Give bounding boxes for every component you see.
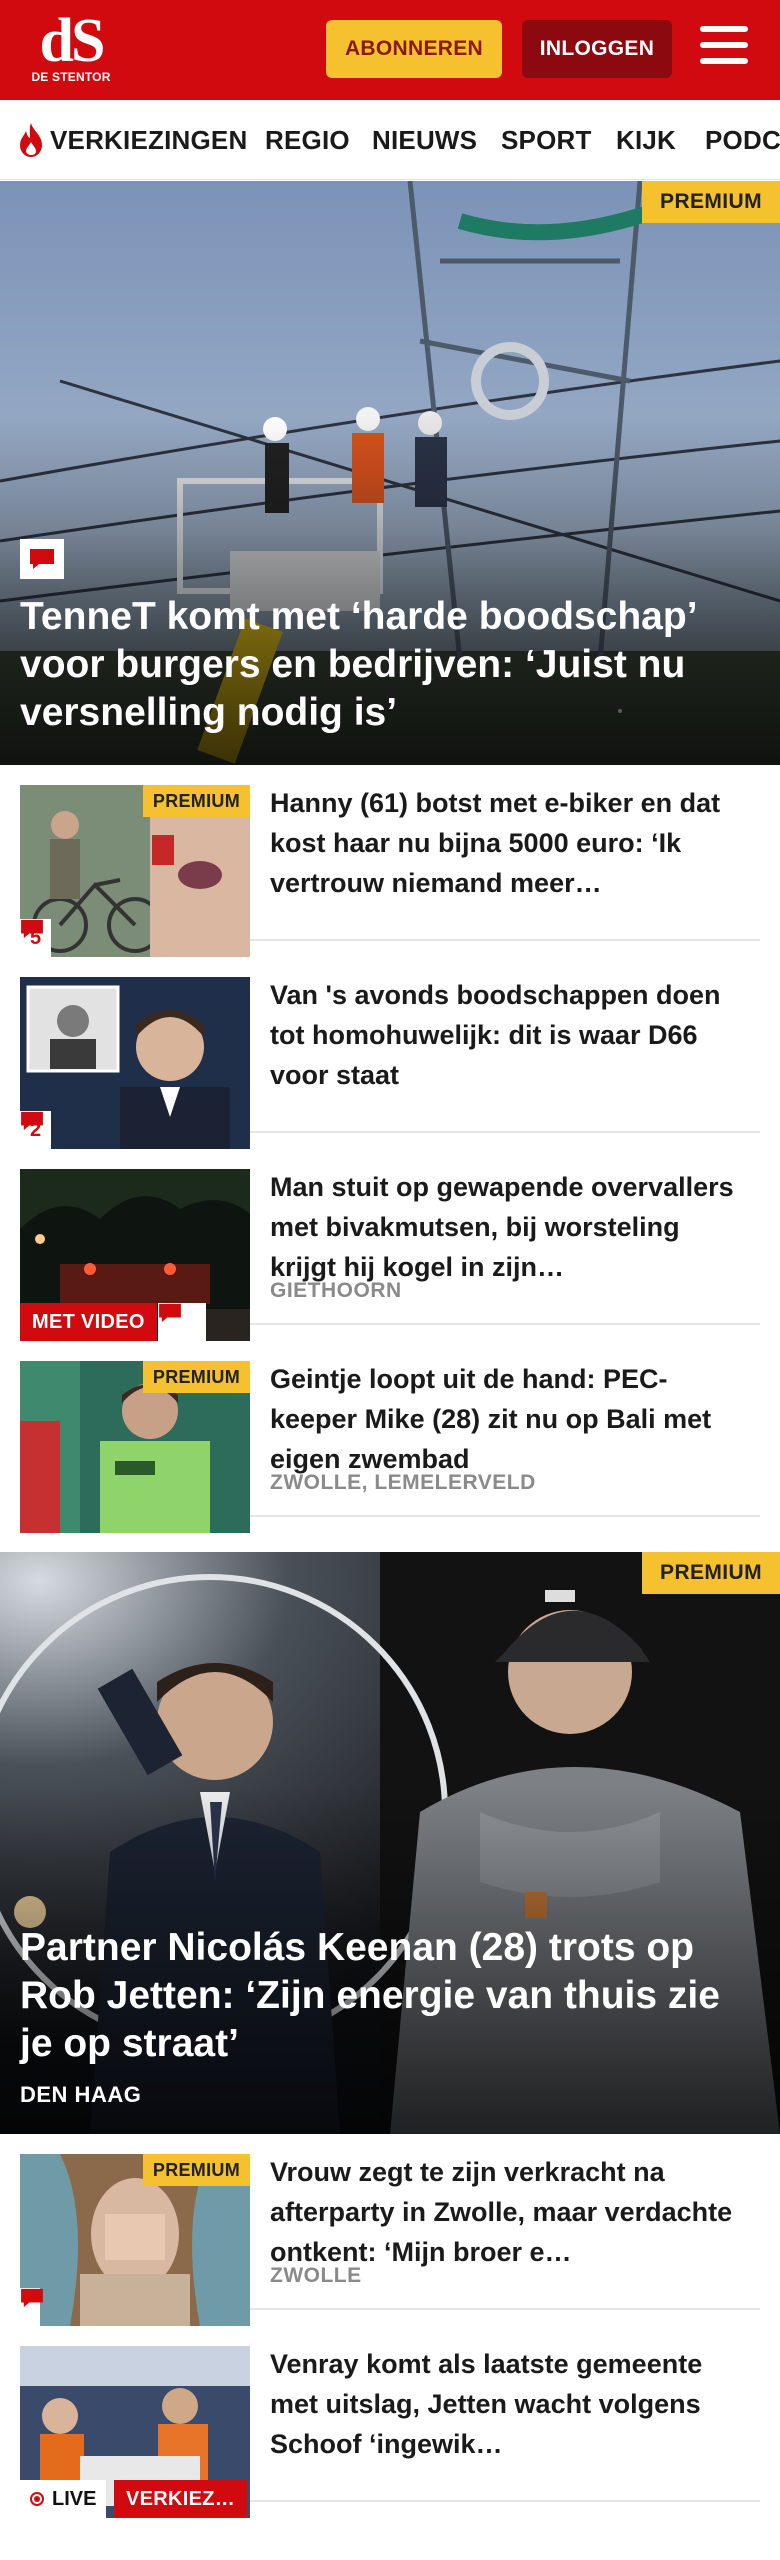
logo-wordmark: DE STENTOR: [31, 70, 111, 84]
nav-item-nieuws[interactable]: NIEUWS: [372, 100, 477, 179]
hero-article-tennet[interactable]: PREMIUM TenneT komt met ‘harde boodschap…: [0, 181, 780, 765]
article-thumbnail[interactable]: PREMIUM: [20, 2154, 250, 2326]
nav-item-sport[interactable]: SPORT: [501, 100, 592, 179]
live-label: LIVE: [52, 2487, 97, 2510]
article-item[interactable]: MET VIDEO Man stuit op gewapende overval…: [20, 1149, 760, 1341]
comment-icon: [20, 2288, 43, 2326]
nav-item-verkiezingen[interactable]: VERKIEZINGEN: [50, 100, 247, 179]
live-badge: LIVE: [20, 2480, 107, 2518]
article-item[interactable]: 2 Van 's avonds boodschappen doen tot ho…: [20, 957, 760, 1149]
hero-headline[interactable]: Partner Nicolás Keenan (28) trots op Rob…: [20, 1924, 760, 2068]
article-location: ZWOLLE, LEMELERVELD: [270, 1471, 536, 1494]
article-headline[interactable]: Man stuit op gewapende overval­lers met …: [270, 1167, 750, 1287]
article-headline[interactable]: Geintje loopt uit de hand: PEC-keeper Mi…: [270, 1359, 750, 1479]
video-badge: MET VIDEO: [20, 1303, 157, 1341]
article-headline[interactable]: Van 's avonds boodschappen doen tot homo…: [270, 975, 750, 1095]
premium-badge: PREMIUM: [142, 1361, 250, 1393]
article-thumbnail[interactable]: MET VIDEO: [20, 1169, 250, 1341]
premium-badge: PREMIUM: [642, 1552, 780, 1594]
premium-badge: PREMIUM: [142, 785, 250, 817]
comment-count: 2: [20, 1111, 52, 1149]
article-thumbnail[interactable]: PREMIUM: [20, 1361, 250, 1533]
login-button[interactable]: INLOGGEN: [522, 20, 672, 78]
nav-item-regio[interactable]: REGIO: [265, 100, 350, 179]
hamburger-menu-icon[interactable]: [700, 26, 752, 72]
article-item[interactable]: PREMIUM Geintje loopt uit de hand: PEC-k…: [20, 1341, 760, 1533]
premium-badge: PREMIUM: [142, 2154, 250, 2186]
nav-item-podcasts[interactable]: PODC: [705, 100, 780, 179]
nav-item-kijk[interactable]: KIJK: [616, 100, 676, 179]
comment-icon: [20, 539, 64, 579]
hero-article-keenan[interactable]: PREMIUM Partner Nicolás Keenan (28) trot…: [0, 1552, 780, 2134]
site-logo[interactable]: dS DE STENTOR: [28, 7, 114, 86]
topic-badge: VERKIEZ…: [114, 2480, 248, 2518]
thumbnail-photo-d66: [20, 977, 250, 1149]
article-headline[interactable]: Venray komt als laatste gemeente met uit…: [270, 2344, 750, 2464]
flame-icon: [20, 123, 42, 157]
site-header: dS DE STENTOR ABONNEREN INLOGGEN: [0, 0, 780, 100]
article-thumbnail[interactable]: PREMIUM 5: [20, 785, 250, 957]
article-thumbnail[interactable]: 2: [20, 977, 250, 1149]
logo-mark: dS: [39, 7, 106, 75]
hero-headline[interactable]: TenneT komt met ‘harde boodschap’ voor b…: [20, 593, 760, 737]
article-item[interactable]: PREMIUM 5 Hanny (61) botst met e-biker e…: [20, 765, 760, 957]
article-location: GIETHOORN: [270, 1279, 402, 1302]
premium-badge: PREMIUM: [642, 181, 780, 223]
article-item[interactable]: PREMIUM Vrouw zegt te zijn verkracht na …: [20, 2134, 760, 2326]
article-location: ZWOLLE: [270, 2264, 362, 2287]
comment-icon: [21, 1111, 43, 1131]
comment-icon: [158, 1303, 206, 1341]
subscribe-button[interactable]: ABONNEREN: [326, 20, 502, 78]
article-location: DEN HAAG: [20, 2082, 142, 2107]
comment-count: 5: [20, 919, 52, 957]
article-headline[interactable]: Vrouw zegt te zijn verkracht na afterpar…: [270, 2152, 750, 2272]
article-item[interactable]: LIVE VERKIEZ… Venray komt als laatste ge…: [20, 2326, 760, 2518]
article-thumbnail[interactable]: LIVE VERKIEZ…: [20, 2346, 250, 2518]
article-headline[interactable]: Hanny (61) botst met e-biker en dat kost…: [270, 783, 750, 903]
comment-icon: [21, 919, 43, 939]
live-indicator-icon: [30, 2492, 44, 2506]
main-navigation: VERKIEZINGEN REGIO NIEUWS SPORT KIJK POD…: [0, 100, 780, 180]
